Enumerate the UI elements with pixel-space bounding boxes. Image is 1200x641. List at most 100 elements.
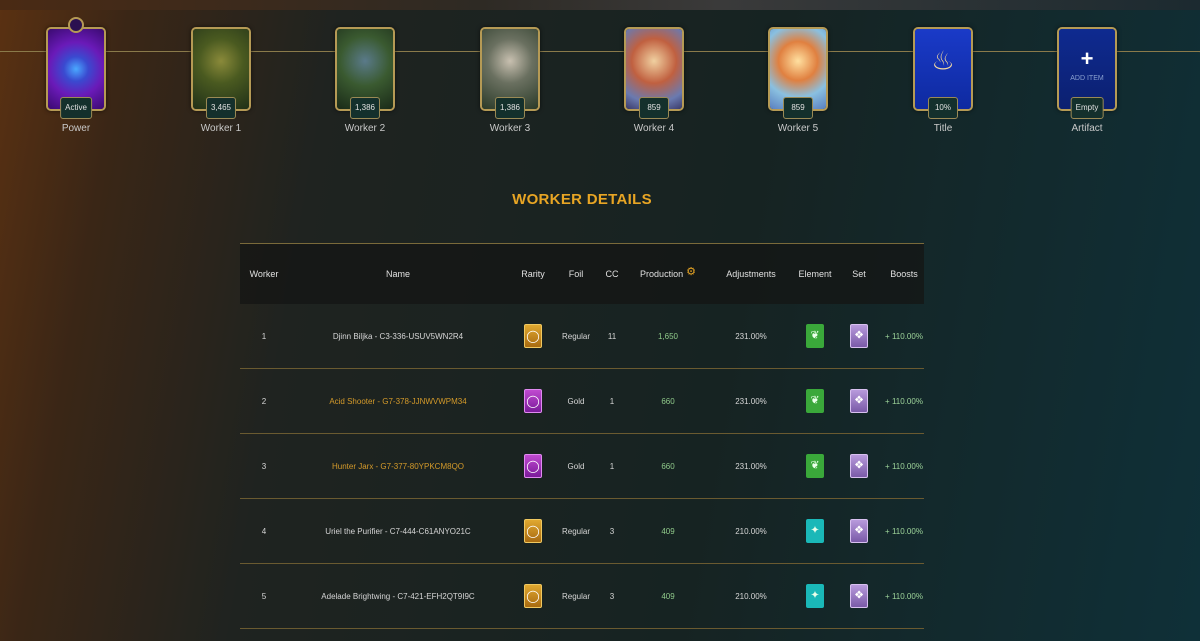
slot-badge: 3,465 [205, 97, 237, 119]
col-production-label: Production [640, 269, 684, 279]
earth-element-icon: ❦ [806, 324, 824, 348]
cell-element: ✦ [796, 584, 834, 608]
slot-badge: 859 [639, 97, 669, 119]
cell-set: ❖ [834, 584, 884, 608]
cell-element: ❦ [796, 324, 834, 348]
table-row: 2 Acid Shooter - G7-378-JJNWVWPM34 ◯ Gol… [240, 369, 924, 434]
cell-set: ❖ [834, 324, 884, 348]
slot-artifact[interactable]: + ADD ITEM Empty Artifact [1057, 27, 1117, 134]
earth-element-icon: ❦ [806, 389, 824, 413]
cell-set: ❖ [834, 454, 884, 478]
slot-label: Worker 5 [777, 123, 819, 134]
slot-badge: 859 [783, 97, 813, 119]
slot-label: Artifact [1071, 123, 1103, 134]
set-icon: ❖ [850, 519, 868, 543]
slot-worker-1[interactable]: 3,465 Worker 1 [191, 27, 251, 134]
cell-worker: 3 [261, 461, 267, 471]
slot-badge: 1,386 [349, 97, 381, 119]
table-header: Worker Name Rarity Foil CC Production ⚙ A… [240, 243, 924, 304]
cell-production: 660 [661, 396, 675, 406]
cell-rarity: ◯ [508, 454, 558, 478]
col-cc: CC [605, 269, 619, 279]
slot-label: Worker 3 [489, 123, 531, 134]
worker-slots-bar: Active Power 3,465 Worker 1 1,386 Worker… [0, 17, 1200, 147]
cell-cc: 11 [607, 331, 617, 341]
slot-badge: Empty [1070, 97, 1104, 119]
slot-label: Worker 4 [633, 123, 675, 134]
cell-boosts: + 110.00% [885, 526, 923, 536]
slot-badge: 10% [928, 97, 958, 119]
slot-badge: 1,386 [494, 97, 526, 119]
cell-cc: 3 [609, 526, 615, 536]
cell-boosts: + 110.00% [885, 591, 923, 601]
table-row: 1 Djinn Biljka - C3-336-USUV5WN2R4 ◯ Reg… [240, 304, 924, 369]
slot-power[interactable]: Active Power [46, 17, 106, 134]
set-icon: ❖ [850, 324, 868, 348]
cell-name: Adelade Brightwing - C7-421-EFH2QT9I9C [321, 591, 475, 601]
cell-name: Uriel the Purifier - C7-444-C61ANYO21C [325, 526, 471, 536]
slot-worker-4[interactable]: 859 Worker 4 [624, 27, 684, 134]
set-icon: ❖ [850, 389, 868, 413]
cell-cc: 1 [609, 461, 615, 471]
table-row: 5 Adelade Brightwing - C7-421-EFH2QT9I9C… [240, 564, 924, 629]
add-item-text: ADD ITEM [1070, 75, 1104, 82]
gear-icon: ⚙ [686, 266, 696, 278]
cell-element: ✦ [796, 519, 834, 543]
slot-title[interactable]: ♨ 10% Title [913, 27, 973, 134]
cell-foil: Regular [561, 526, 590, 536]
cell-name: Djinn Biljka - C3-336-USUV5WN2R4 [332, 331, 464, 341]
col-name: Name [385, 269, 410, 279]
col-adjustments: Adjustments [726, 269, 776, 279]
col-worker: Worker [249, 269, 279, 279]
flame-icon: ♨ [931, 45, 955, 76]
cell-foil: Gold [567, 396, 585, 406]
cell-element: ❦ [796, 454, 834, 478]
cell-production: 409 [661, 526, 675, 536]
slot-badge: Active [60, 97, 92, 119]
rarity-common-icon: ◯ [524, 324, 542, 348]
cell-production: 1,650 [657, 331, 679, 341]
col-boosts: Boosts [890, 269, 918, 279]
col-rarity: Rarity [521, 269, 545, 279]
rarity-epic-icon: ◯ [524, 454, 542, 478]
slot-label: Worker 1 [200, 123, 242, 134]
cell-adjustments: 231.00% [735, 461, 767, 471]
power-gem-icon [68, 17, 84, 33]
cell-rarity: ◯ [508, 519, 558, 543]
slot-worker-5[interactable]: 859 Worker 5 [768, 27, 828, 134]
cell-adjustments: 210.00% [735, 526, 767, 536]
slot-label: Title [933, 123, 953, 134]
cell-set: ❖ [834, 519, 884, 543]
cell-rarity: ◯ [508, 324, 558, 348]
cell-boosts: + 110.00% [885, 396, 923, 406]
slot-worker-3[interactable]: 1,386 Worker 3 [480, 27, 540, 134]
cell-name: Hunter Jarx - G7-377-80YPKCM8QO [331, 461, 465, 471]
col-set: Set [852, 269, 866, 279]
life-element-icon: ✦ [806, 519, 824, 543]
table-row: 3 Hunter Jarx - G7-377-80YPKCM8QO ◯ Gold… [240, 434, 924, 499]
cell-adjustments: 231.00% [735, 396, 767, 406]
cell-boosts: + 110.00% [885, 461, 923, 471]
slot-label: Power [61, 123, 91, 134]
worker-details-table: Worker Name Rarity Foil CC Production ⚙ A… [240, 243, 924, 629]
life-element-icon: ✦ [806, 584, 824, 608]
cell-adjustments: 231.00% [735, 331, 767, 341]
cell-foil: Regular [561, 331, 590, 341]
rarity-common-icon: ◯ [524, 584, 542, 608]
cell-worker: 5 [261, 591, 267, 601]
col-production: Production ⚙ [630, 266, 706, 279]
slot-label: Worker 2 [344, 123, 386, 134]
section-title: WORKER DETAILS [512, 191, 652, 208]
cell-boosts: + 110.00% [885, 331, 923, 341]
cell-foil: Gold [567, 461, 585, 471]
set-icon: ❖ [850, 584, 868, 608]
cell-adjustments: 210.00% [735, 591, 767, 601]
rarity-epic-icon: ◯ [524, 389, 542, 413]
set-icon: ❖ [850, 454, 868, 478]
col-foil: Foil [568, 269, 584, 279]
cell-production: 409 [661, 591, 675, 601]
cell-production: 660 [661, 461, 675, 471]
cell-rarity: ◯ [508, 389, 558, 413]
earth-element-icon: ❦ [806, 454, 824, 478]
slot-worker-2[interactable]: 1,386 Worker 2 [335, 27, 395, 134]
